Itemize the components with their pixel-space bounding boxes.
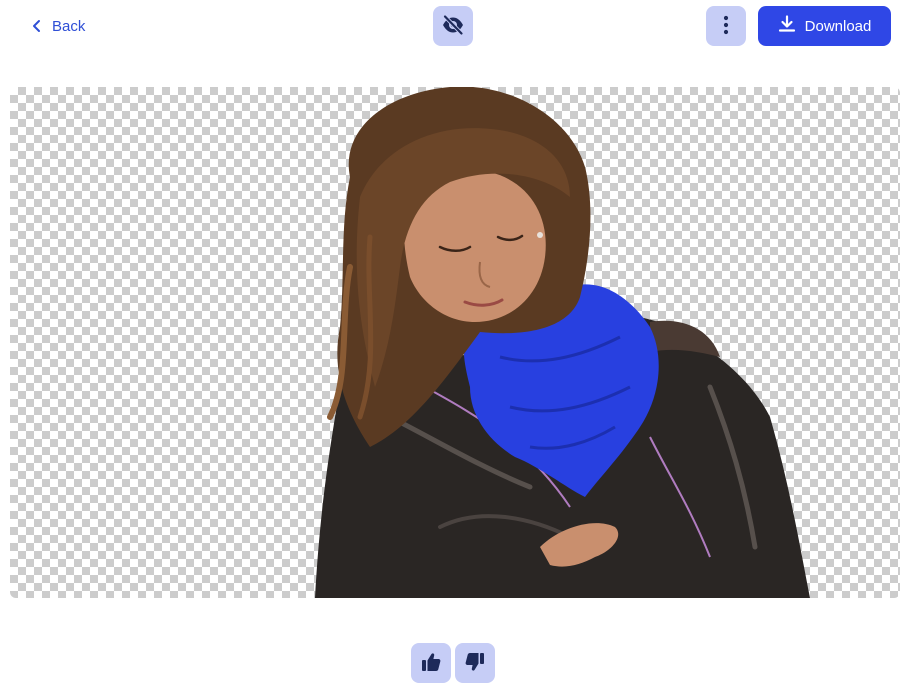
toggle-preview-button[interactable] [433, 6, 473, 46]
more-vertical-icon [723, 15, 729, 38]
thumbs-down-icon [464, 651, 486, 676]
editor-page: Back Download [0, 0, 904, 694]
download-icon [778, 15, 796, 37]
chevron-left-icon [32, 19, 42, 33]
cutout-subject-image [315, 87, 810, 598]
download-button[interactable]: Download [758, 6, 891, 46]
back-link[interactable]: Back [32, 12, 85, 40]
thumbs-up-icon [420, 651, 442, 676]
download-label: Download [804, 17, 872, 35]
thumbs-up-button[interactable] [411, 643, 451, 683]
back-label: Back [52, 17, 86, 35]
more-options-button[interactable] [706, 6, 746, 46]
thumbs-down-button[interactable] [455, 643, 495, 683]
eye-off-icon [441, 13, 465, 40]
result-image-canvas [10, 87, 900, 598]
